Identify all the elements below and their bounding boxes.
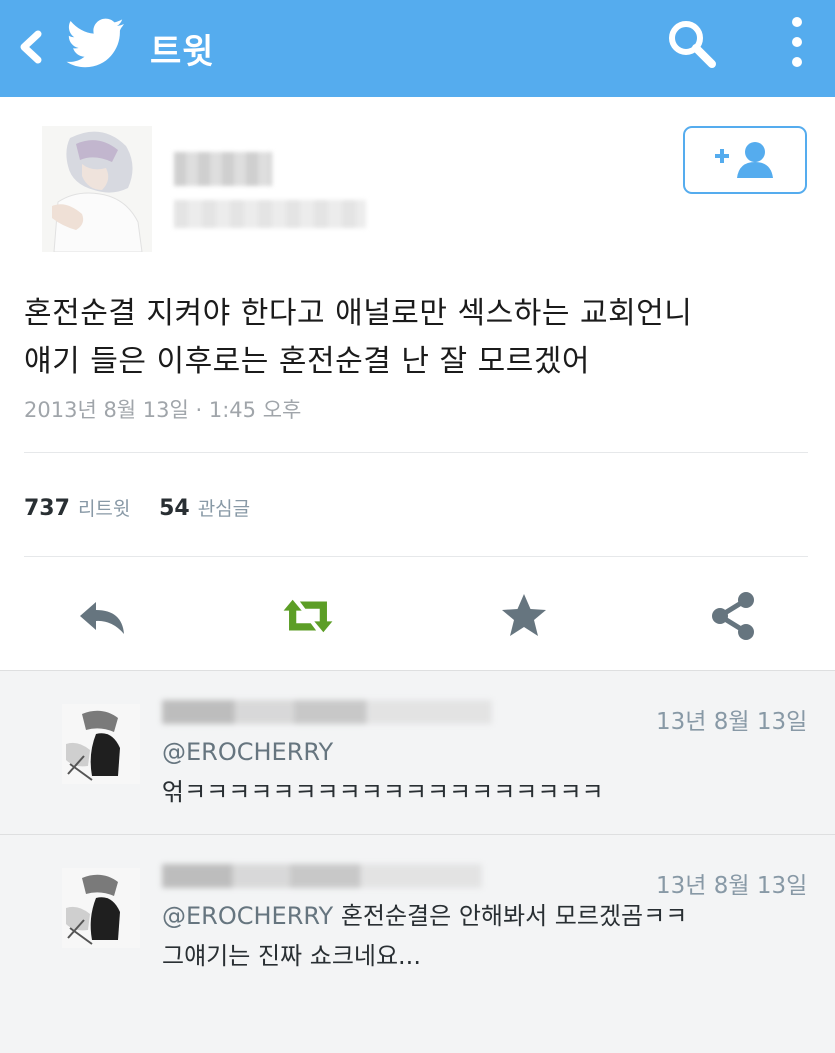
- reply-text: @EROCHERRY 얶ㅋㅋㅋㅋㅋㅋㅋㅋㅋㅋㅋㅋㅋㅋㅋㅋㅋㅋㅋ: [162, 732, 812, 812]
- divider: [0, 670, 835, 671]
- divider: [24, 556, 808, 557]
- replies-list: 13년 8월 13일 @EROCHERRY 얶ㅋㅋㅋㅋㅋㅋㅋㅋㅋㅋㅋㅋㅋㅋㅋㅋㅋ…: [0, 670, 835, 1053]
- twitter-bird-icon[interactable]: [66, 16, 126, 70]
- reply-author-blurred: [162, 864, 482, 888]
- reply-mention[interactable]: @EROCHERRY: [162, 902, 333, 930]
- star-icon[interactable]: [496, 588, 552, 644]
- reply-text-line: 혼전순결은 안해봐서 모르겠곰ㅋㅋ: [333, 902, 688, 930]
- author-name-blurred: [174, 152, 272, 186]
- overflow-menu-icon[interactable]: [785, 14, 809, 74]
- tweet-text: 혼전순결 지켜야 한다고 애널로만 섹스하는 교회언니 얘기 들은 이후로는 혼…: [24, 290, 824, 386]
- author-avatar[interactable]: [42, 126, 152, 252]
- page-title: 트윗: [150, 32, 215, 72]
- top-app-bar: 트윗: [0, 0, 835, 97]
- tweet-text-line: 얘기 들은 이후로는 혼전순결 난 잘 모르겠어: [24, 344, 591, 379]
- retweet-label[interactable]: 리트윗: [78, 498, 130, 520]
- reply-mention[interactable]: @EROCHERRY: [162, 738, 333, 766]
- reply-avatar[interactable]: [62, 704, 140, 784]
- divider: [24, 452, 808, 453]
- reply-author-blurred: [162, 700, 492, 724]
- tweet-stats: 737 리트윗 54 관심글: [24, 494, 272, 521]
- back-arrow-icon[interactable]: [10, 22, 50, 72]
- follow-button[interactable]: [683, 126, 807, 194]
- retweet-icon[interactable]: [280, 588, 336, 644]
- reply-icon[interactable]: [74, 588, 130, 644]
- reply-text-line: 얶ㅋㅋㅋㅋㅋㅋㅋㅋㅋㅋㅋㅋㅋㅋㅋㅋㅋㅋㅋ: [162, 778, 604, 806]
- divider: [0, 834, 835, 835]
- search-icon[interactable]: [664, 16, 720, 72]
- tweet-text-line: 혼전순결 지켜야 한다고 애널로만 섹스하는 교회언니: [24, 296, 693, 331]
- favorite-label[interactable]: 관심글: [198, 498, 250, 520]
- add-user-icon: [715, 142, 773, 178]
- tweet-timestamp: 2013년 8월 13일 · 1:45 오후: [24, 398, 302, 422]
- reply-text-line: 그얘기는 진짜 쇼크네요...: [162, 942, 421, 970]
- reply-date: 13년 8월 13일: [656, 709, 808, 735]
- author-handle-blurred: [174, 200, 366, 228]
- reply-text: @EROCHERRY 혼전순결은 안해봐서 모르겠곰ㅋㅋ 그얘기는 진짜 쇼크네…: [162, 896, 812, 976]
- retweet-count[interactable]: 737: [24, 496, 70, 521]
- reply-date: 13년 8월 13일: [656, 873, 808, 899]
- reply-avatar[interactable]: [62, 868, 140, 948]
- favorite-count[interactable]: 54: [159, 496, 190, 521]
- share-icon[interactable]: [706, 588, 762, 644]
